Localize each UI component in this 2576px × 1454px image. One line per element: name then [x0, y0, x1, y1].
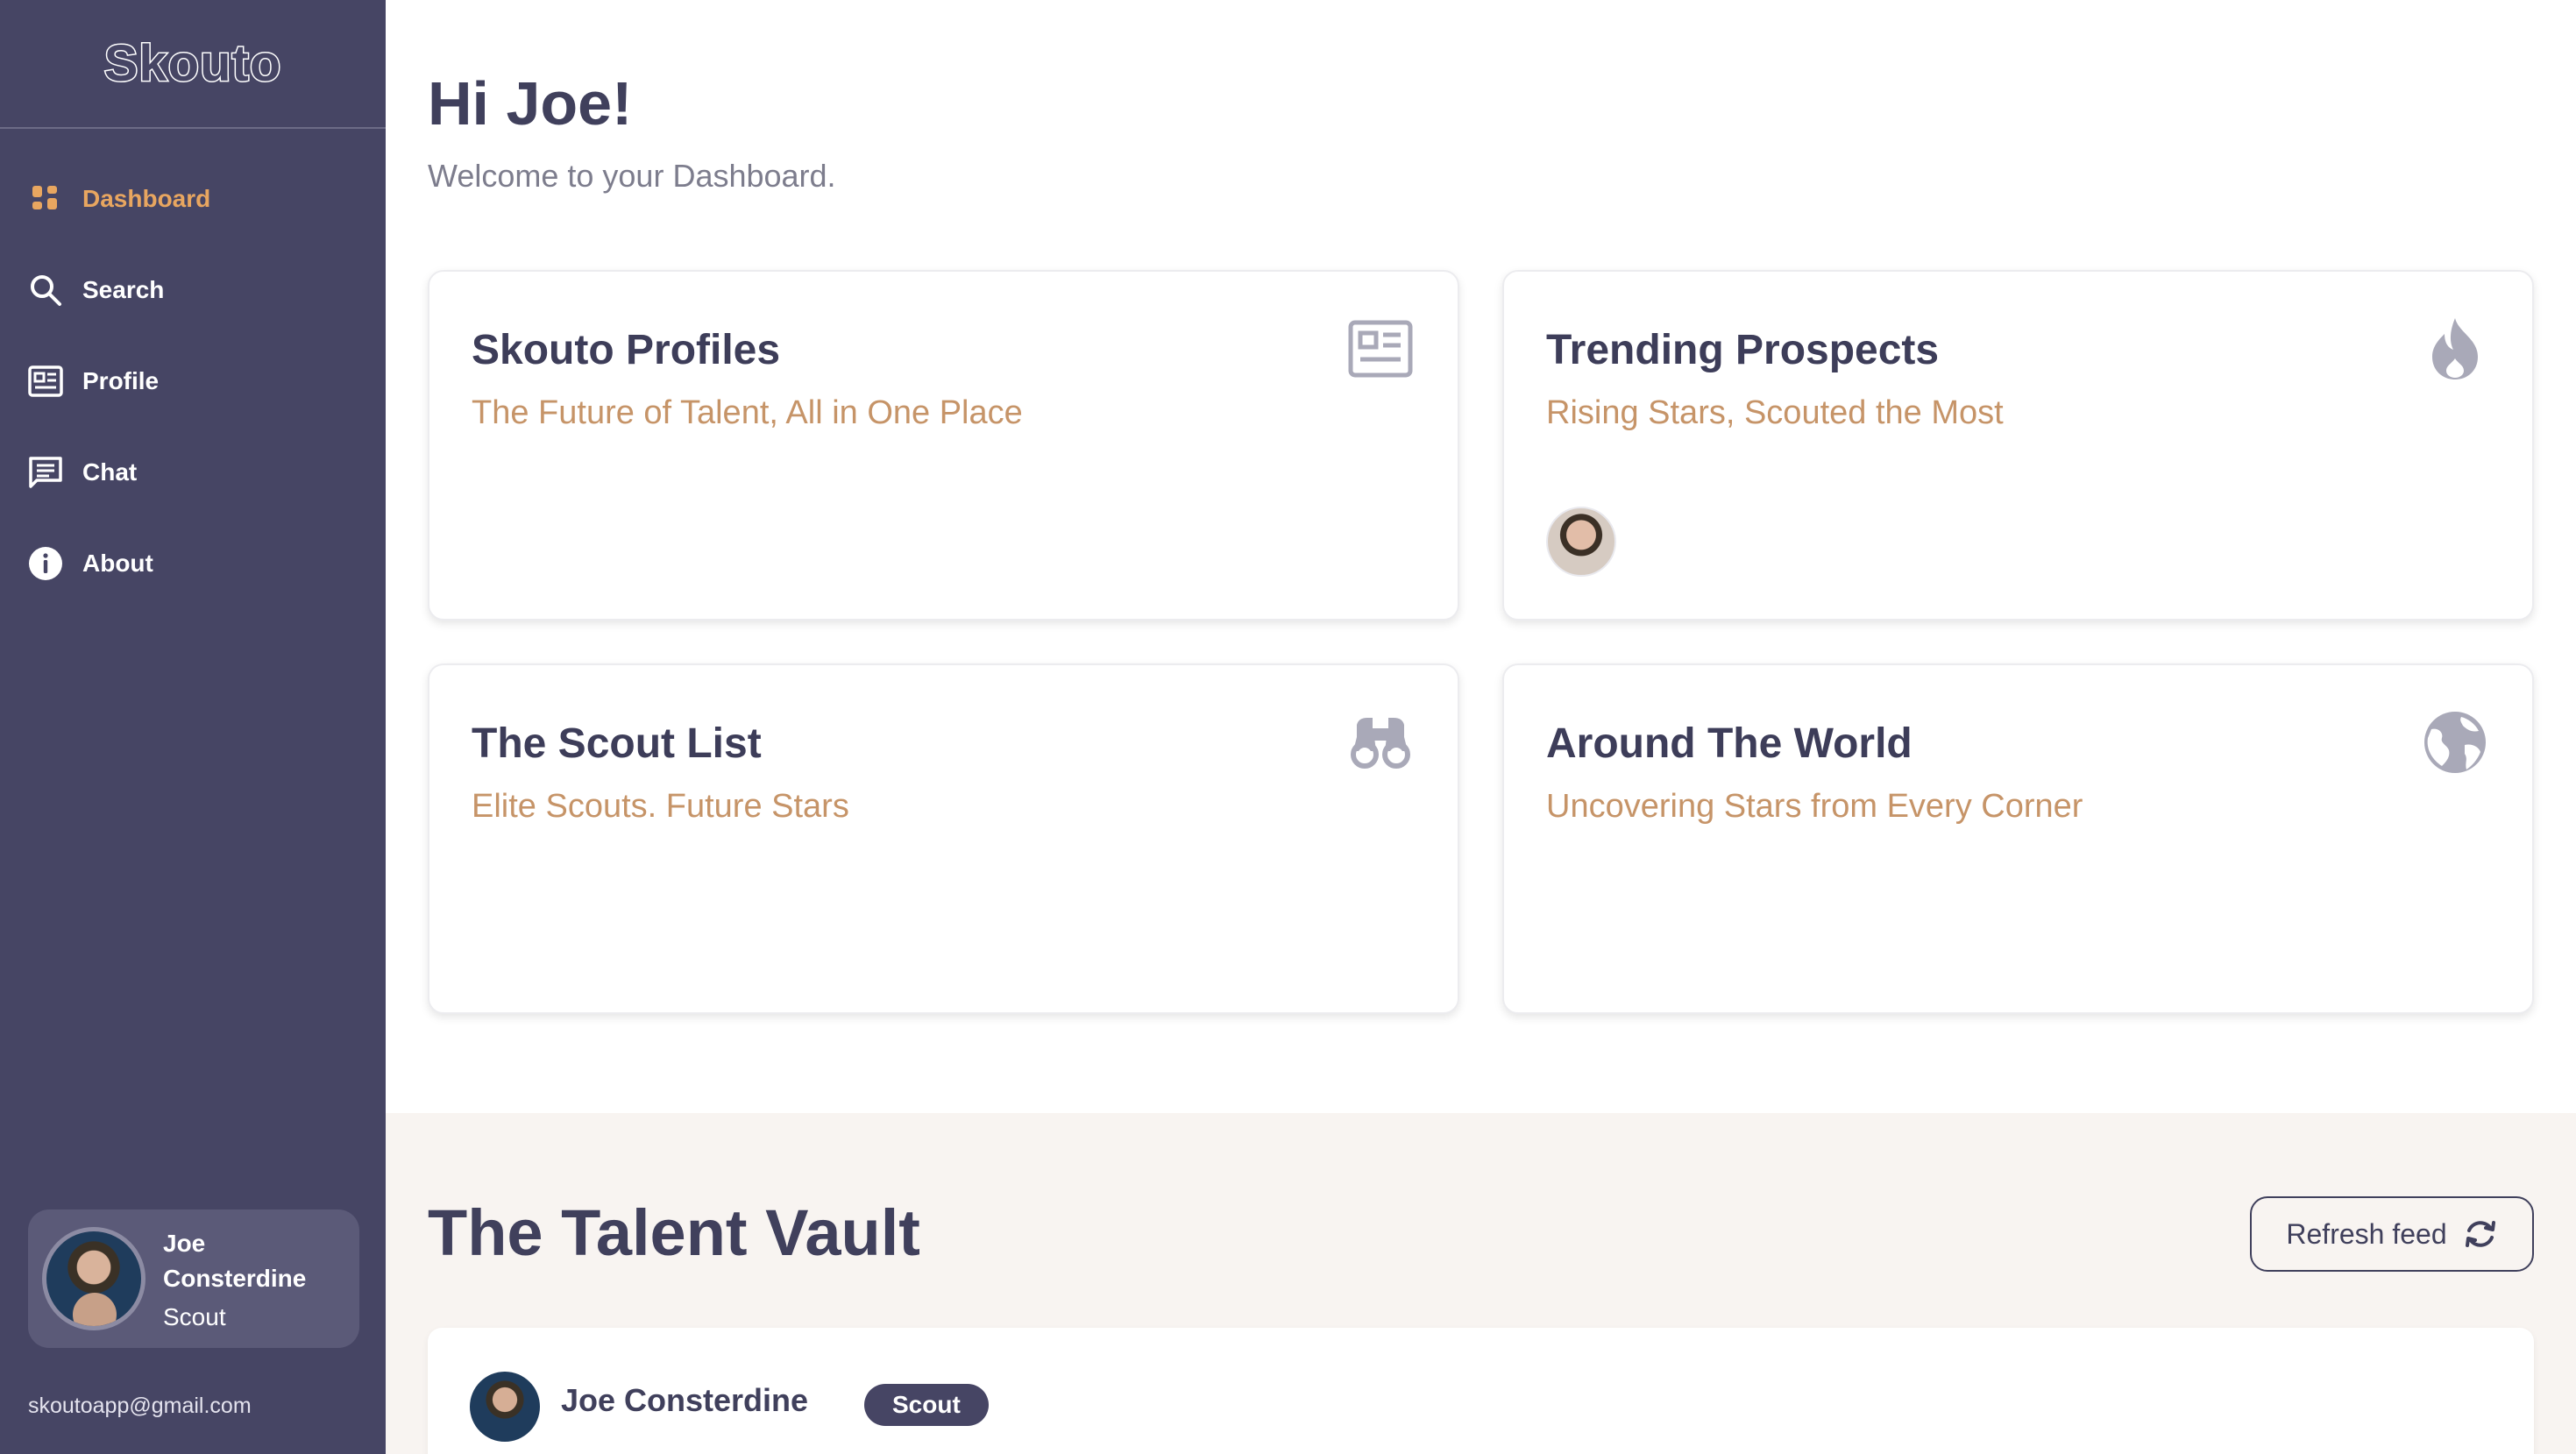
page-title: Hi Joe!	[428, 69, 633, 138]
binoculars-icon	[1347, 709, 1414, 776]
refresh-feed-button[interactable]: Refresh feed	[2250, 1196, 2534, 1272]
user-name: Joe Consterdine	[163, 1230, 307, 1292]
card-subtitle: The Future of Talent, All in One Place	[472, 394, 1023, 431]
sidebar-item-label: Chat	[82, 458, 138, 486]
avatar[interactable]	[470, 1372, 540, 1442]
sidebar-item-label: About	[82, 550, 153, 577]
current-user-card[interactable]: Joe Consterdine Scout	[28, 1209, 359, 1348]
card-title: The Scout List	[472, 720, 762, 767]
logo-area: Skouto	[0, 0, 386, 129]
sidebar: Skouto Dashboard Search Profile Chat Abo…	[0, 0, 386, 1454]
sidebar-item-label: Search	[82, 276, 165, 303]
sidebar-item-search[interactable]: Search	[0, 245, 386, 336]
post-author-name[interactable]: Joe Consterdine	[561, 1382, 808, 1419]
card-subtitle: Uncovering Stars from Every Corner	[1546, 788, 2083, 825]
sidebar-item-profile[interactable]: Profile	[0, 336, 386, 427]
sidebar-item-label: Profile	[82, 367, 160, 394]
user-role: Scout	[163, 1303, 226, 1330]
support-email[interactable]: skoutoapp@gmail.com	[28, 1394, 252, 1419]
card-title: Skouto Profiles	[472, 327, 781, 373]
card-around-the-world[interactable]: Around The World Uncovering Stars from E…	[1502, 663, 2534, 1014]
profile-card-icon	[28, 364, 63, 399]
refresh-feed-label: Refresh feed	[2286, 1217, 2447, 1250]
role-badge: Scout	[864, 1384, 989, 1426]
search-icon	[28, 273, 63, 308]
talent-vault-section: The Talent Vault Refresh feed Joe Conste…	[386, 1113, 2576, 1454]
card-subtitle: Elite Scouts. Future Stars	[472, 788, 849, 825]
info-icon	[28, 546, 63, 581]
section-title: The Talent Vault	[428, 1196, 920, 1269]
card-title: Trending Prospects	[1546, 327, 1940, 373]
feed-post[interactable]: Joe Consterdine Scout	[428, 1328, 2534, 1454]
card-trending-prospects[interactable]: Trending Prospects Rising Stars, Scouted…	[1502, 270, 2534, 621]
id-card-icon	[1347, 316, 1414, 382]
card-skouto-profiles[interactable]: Skouto Profiles The Future of Talent, Al…	[428, 270, 1459, 621]
card-subtitle: Rising Stars, Scouted the Most	[1546, 394, 2004, 431]
sidebar-item-dashboard[interactable]: Dashboard	[0, 153, 386, 245]
globe-icon	[2422, 709, 2488, 776]
page-subtitle: Welcome to your Dashboard.	[428, 158, 836, 194]
sidebar-item-chat[interactable]: Chat	[0, 427, 386, 518]
chat-icon	[28, 455, 63, 490]
user-info: Joe Consterdine Scout	[163, 1226, 338, 1331]
refresh-icon	[2463, 1216, 2498, 1252]
sidebar-item-about[interactable]: About	[0, 518, 386, 609]
dashboard-grid-icon	[28, 181, 63, 216]
card-title: Around The World	[1546, 720, 1912, 767]
card-scout-list[interactable]: The Scout List Elite Scouts. Future Star…	[428, 663, 1459, 1014]
flame-icon	[2422, 316, 2488, 382]
app-logo[interactable]: Skouto	[103, 34, 282, 94]
trending-prospect-avatar[interactable]	[1546, 507, 1616, 577]
sidebar-item-label: Dashboard	[82, 185, 211, 212]
avatar	[42, 1227, 145, 1330]
main-content: Hi Joe! Welcome to your Dashboard. Skout…	[386, 0, 2576, 1454]
sidebar-nav: Dashboard Search Profile Chat About	[0, 153, 386, 609]
